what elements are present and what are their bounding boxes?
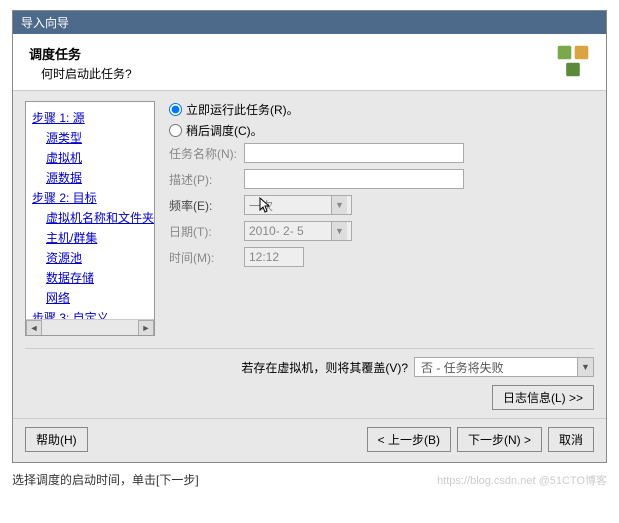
dropdown-arrow-icon: ▼ [331,196,347,214]
radio-run-now[interactable] [169,103,182,116]
next-button[interactable]: 下一步(N) > [457,427,542,452]
content-area: 步骤 1: 源 源类型 虚拟机 源数据 步骤 2: 目标 虚拟机名称和文件夹 主… [13,91,606,340]
date-label: 日期(T): [169,223,244,240]
time-row: 时间(M): [169,247,590,267]
sidebar-network[interactable]: 网络 [44,288,150,308]
date-dropdown-arrow-icon: ▼ [331,222,347,240]
header-title: 调度任务 [29,44,556,63]
log-info-button[interactable]: 日志信息(L) >> [492,385,594,410]
lower-section: 若存在虚拟机，则将其覆盖(V)? 否 - 任务将失败 ▼ 日志信息(L) >> [13,340,606,418]
prev-button[interactable]: < 上一步(B) [367,427,451,452]
radio-schedule-later-label: 稍后调度(C)。 [186,122,263,139]
log-row: 日志信息(L) >> [25,385,594,410]
page-caption: 选择调度的启动时间，单击[下一步] https://blog.csdn.net … [12,471,607,488]
desc-row: 描述(P): [169,169,590,189]
sidebar-source-type[interactable]: 源类型 [44,128,150,148]
sidebar-vm[interactable]: 虚拟机 [44,148,150,168]
overwrite-dropdown-arrow-icon[interactable]: ▼ [577,358,593,376]
cancel-button[interactable]: 取消 [548,427,594,452]
overwrite-select[interactable]: 否 - 任务将失败 ▼ [414,357,594,377]
task-name-row: 任务名称(N): [169,143,590,163]
scroll-right-icon[interactable]: ► [138,320,154,336]
overwrite-label: 若存在虚拟机，则将其覆盖(V)? [241,359,408,376]
radio-run-now-row[interactable]: 立即运行此任务(R)。 [169,101,590,118]
divider [25,348,594,349]
sidebar-step2[interactable]: 步骤 2: 目标 [30,188,150,208]
sidebar-datastore[interactable]: 数据存储 [44,268,150,288]
sidebar-resource-pool[interactable]: 资源池 [44,248,150,268]
freq-row: 频率(E): 一次 ▼ [169,195,590,215]
sidebar-nav: 步骤 1: 源 源类型 虚拟机 源数据 步骤 2: 目标 虚拟机名称和文件夹 主… [25,101,155,336]
task-name-input [244,143,464,163]
sidebar-vm-name-folder[interactable]: 虚拟机名称和文件夹 [44,208,150,228]
scroll-left-icon[interactable]: ◄ [26,320,42,336]
freq-select: 一次 ▼ [244,195,352,215]
wizard-window: 导入向导 调度任务 何时启动此任务? 步骤 1: 源 源类型 虚拟机 源数据 步… [12,10,607,463]
caption-text: 选择调度的启动时间，单击[下一步] [12,471,199,488]
freq-label: 频率(E): [169,197,244,214]
desc-input [244,169,464,189]
time-input [244,247,304,267]
help-button[interactable]: 帮助(H) [25,427,88,452]
header-text: 调度任务 何时启动此任务? [29,44,556,82]
overwrite-row: 若存在虚拟机，则将其覆盖(V)? 否 - 任务将失败 ▼ [25,357,594,377]
watermark: https://blog.csdn.net @51CTO博客 [437,472,607,488]
date-value: 2010- 2- 5 [249,224,304,238]
freq-value: 一次 [249,197,273,214]
titlebar: 导入向导 [13,11,606,34]
date-input: 2010- 2- 5 ▼ [244,221,352,241]
sidebar-source-data[interactable]: 源数据 [44,168,150,188]
time-label: 时间(M): [169,249,244,266]
overwrite-value: 否 - 任务将失败 [421,359,504,376]
radio-schedule-later[interactable] [169,124,182,137]
header-subtitle: 何时启动此任务? [29,65,556,82]
desc-label: 描述(P): [169,171,244,188]
radio-schedule-later-row[interactable]: 稍后调度(C)。 [169,122,590,139]
date-row: 日期(T): 2010- 2- 5 ▼ [169,221,590,241]
product-logo-icon [556,44,590,78]
main-panel: 立即运行此任务(R)。 稍后调度(C)。 任务名称(N): 描述(P): 频率(… [165,101,594,336]
footer-right: < 上一步(B) 下一步(N) > 取消 [367,427,594,452]
footer: 帮助(H) < 上一步(B) 下一步(N) > 取消 [13,418,606,462]
radio-run-now-label: 立即运行此任务(R)。 [186,101,299,118]
sidebar-scrollbar[interactable]: ◄ ► [26,319,154,335]
sidebar-host-cluster[interactable]: 主机/群集 [44,228,150,248]
scroll-track[interactable] [42,320,138,335]
task-name-label: 任务名称(N): [169,145,244,162]
header: 调度任务 何时启动此任务? [13,34,606,91]
sidebar-step1[interactable]: 步骤 1: 源 [30,108,150,128]
